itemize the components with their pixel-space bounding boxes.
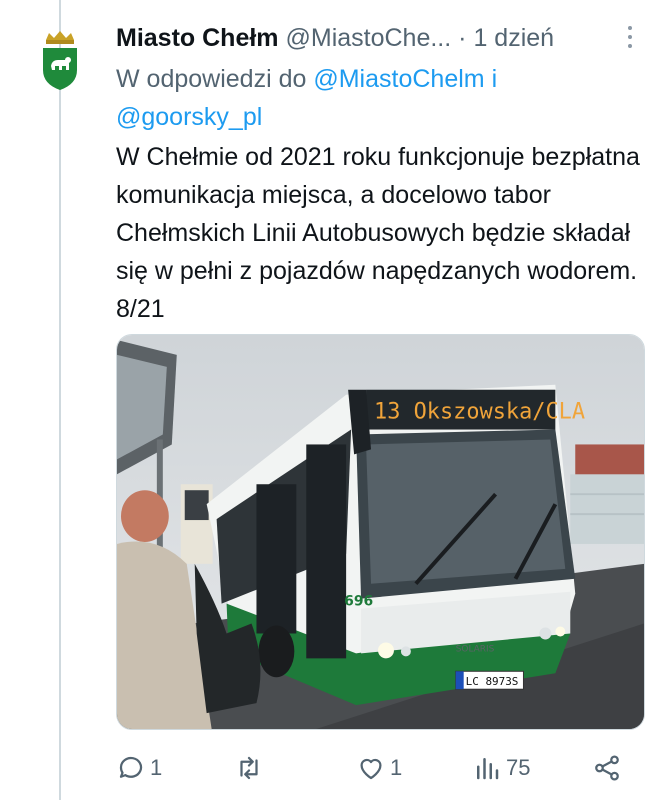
like-count: 1 [390,755,403,780]
avatar[interactable] [38,30,82,92]
tweet-timestamp[interactable]: 1 dzień [473,24,554,52]
tweet-media-image[interactable]: 13 Okszowska/CLA 696 SOLARIS LC 8973S [116,334,645,730]
tweet-header: Miasto Chełm @MiastoChe... · 1 dzień [116,18,656,58]
like-icon [360,758,382,780]
like-button[interactable]: 1 [356,748,402,788]
views-button[interactable]: 75 [472,748,530,788]
bus-license-plate: LC 8973S [466,675,519,688]
reply-count: 1 [150,755,163,780]
share-button[interactable] [592,748,622,788]
views-icon [477,758,499,780]
mention-link[interactable]: @MiastoChelm [313,65,484,93]
reply-prefix: W odpowiedzi do [116,65,307,93]
reply-context: W odpowiedzi do @MiastoChelm i @goorsky_… [116,60,636,136]
retweet-button[interactable] [234,748,268,788]
separator-dot: · [458,24,467,52]
tweet-actions: 1 1 75 [116,748,636,788]
share-icon [595,755,619,781]
reply-conjunction: i [491,65,498,93]
more-options-icon[interactable] [625,26,635,52]
author-handle[interactable]: @MiastoChe... [285,24,451,52]
coat-of-arms-icon [43,31,77,90]
bus-destination-display: 13 Okszowska/CLA [374,400,585,425]
reply-icon [119,756,143,778]
retweet-icon [240,756,258,780]
reply-button[interactable]: 1 [116,748,162,788]
mention-link[interactable]: @goorsky_pl [116,103,262,131]
bus-fleet-number: 696 [344,594,373,610]
bus-brand: SOLARIS [456,644,495,654]
author-name[interactable]: Miasto Chełm [116,24,279,52]
tweet-text: W Chełmie od 2021 roku funkcjonuje bezpł… [116,143,640,323]
thread-line [59,0,61,800]
views-count: 75 [506,755,531,780]
